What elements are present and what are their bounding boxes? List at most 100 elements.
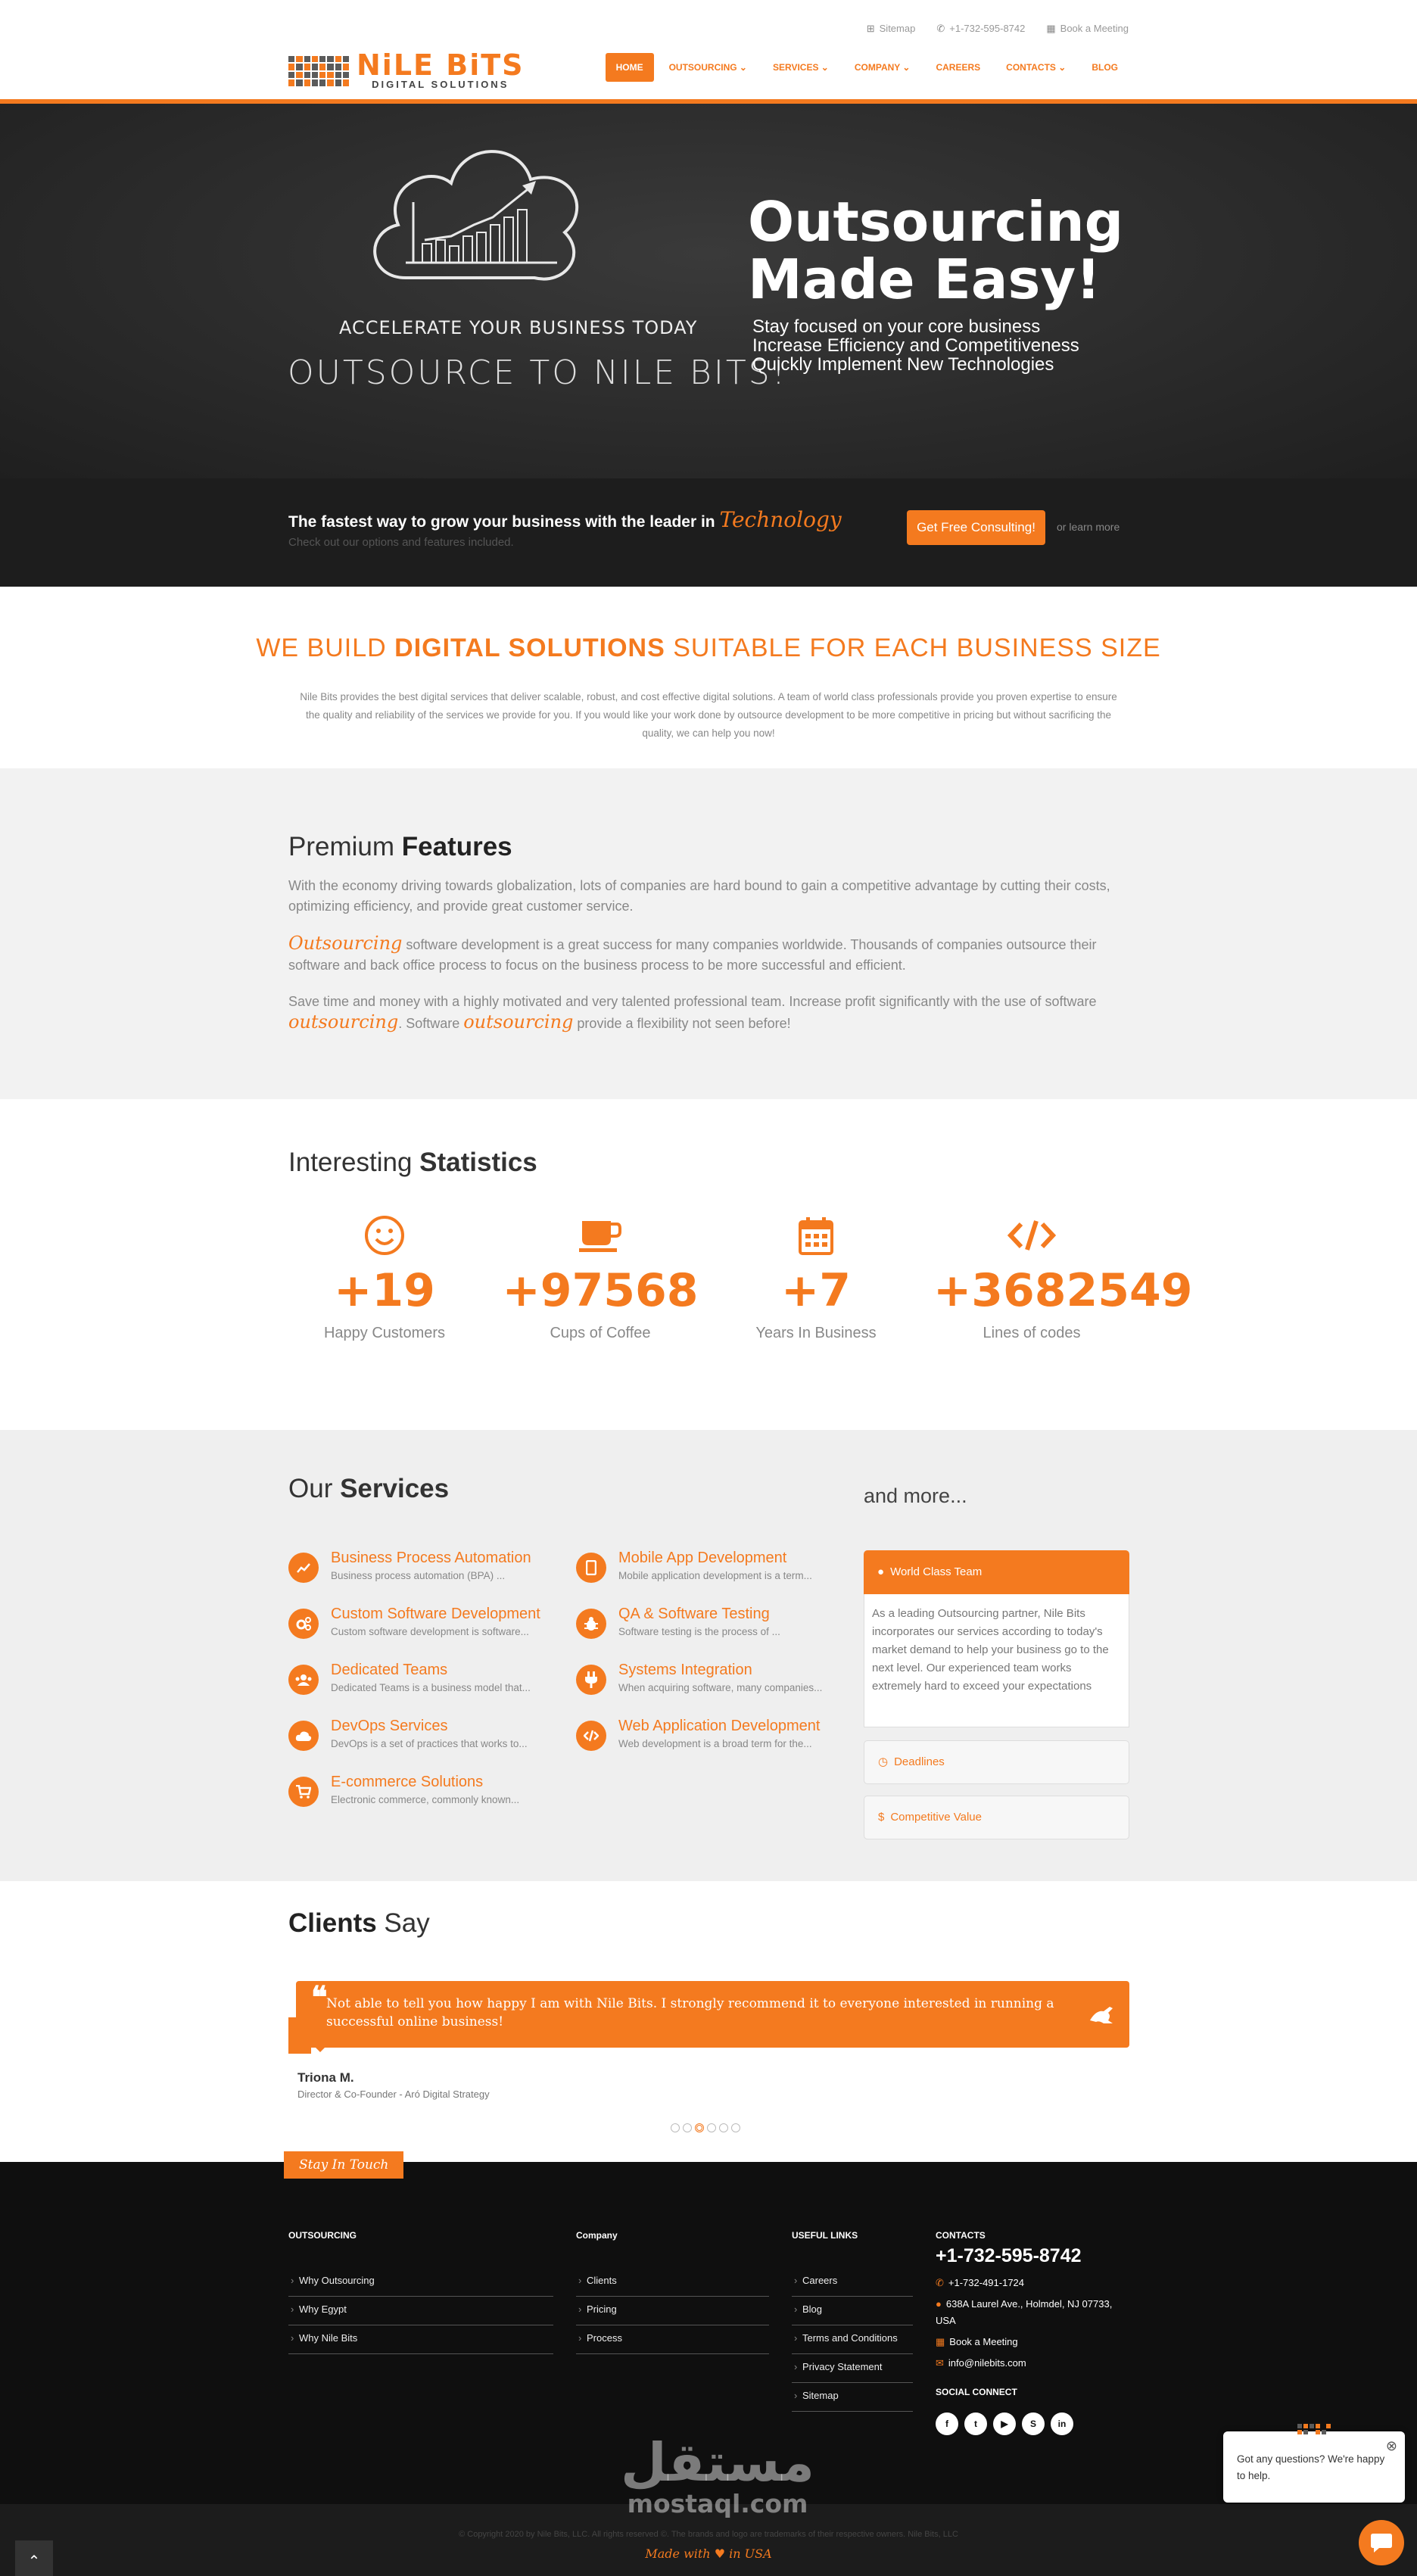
and-more-heading: and more... xyxy=(864,1484,967,1507)
carousel-dot[interactable] xyxy=(719,2123,728,2132)
footer-link[interactable]: Clients xyxy=(576,2268,769,2297)
footer-heading: CONTACTS xyxy=(936,2230,986,2241)
book-meeting-link[interactable]: ▦ Book a Meeting xyxy=(1046,23,1129,35)
sitemap-link[interactable]: ⊞ Sitemap xyxy=(867,23,916,35)
service-item[interactable]: Mobile App Development Mobile application… xyxy=(576,1550,849,1583)
footer-link[interactable]: Why Nile Bits xyxy=(288,2325,553,2354)
skype-icon[interactable]: S xyxy=(1022,2412,1045,2435)
nav-company[interactable]: COMPANY ⌄ xyxy=(844,53,921,82)
stat-value: +3682549 xyxy=(933,1264,1193,1317)
footer-outsourcing-column: OUTSOURCING Why Outsourcing Why Egypt Wh… xyxy=(288,2230,553,2354)
service-title[interactable]: QA & Software Testing xyxy=(618,1606,780,1623)
nav-blog[interactable]: BLOG xyxy=(1081,53,1129,82)
service-title[interactable]: DevOps Services xyxy=(331,1718,528,1735)
footer-phone[interactable]: +1-732-595-8742 xyxy=(936,2245,1117,2267)
service-title[interactable]: Mobile App Development xyxy=(618,1550,812,1567)
footer-contacts: CONTACTS +1-732-595-8742 ✆ +1-732-491-172… xyxy=(936,2230,1117,2435)
footer-company-column: Company Clients Pricing Process xyxy=(576,2230,769,2354)
quote-icon: ❝ xyxy=(311,1980,328,2015)
free-consulting-button[interactable]: Get Free Consulting! xyxy=(907,510,1045,545)
phone-icon: ✆ xyxy=(936,23,945,34)
footer-link[interactable]: Careers xyxy=(792,2268,913,2297)
stat-item: +97568 Cups of Coffee xyxy=(502,1213,699,1342)
stay-in-touch-tab: Stay In Touch xyxy=(284,2151,404,2179)
learn-more-link[interactable]: or learn more xyxy=(1057,521,1120,533)
logo-mark-icon xyxy=(288,55,349,86)
service-title[interactable]: Dedicated Teams xyxy=(331,1662,531,1679)
nav-home[interactable]: HOME xyxy=(605,53,654,82)
service-desc: DevOps is a set of practices that works … xyxy=(331,1738,528,1749)
calendar-icon: ▦ xyxy=(936,2336,945,2347)
carousel-dot-active[interactable] xyxy=(695,2123,704,2132)
map-marker-icon: ● xyxy=(936,2298,942,2310)
accordion-deadlines[interactable]: ◷ Deadlines xyxy=(864,1740,1129,1784)
footer-address: ● 638A Laurel Ave., Holmdel, NJ 07733, US… xyxy=(936,2298,1113,2326)
coffee-icon xyxy=(502,1213,699,1258)
footer-heading: Company xyxy=(576,2230,618,2241)
facebook-icon[interactable]: f xyxy=(936,2412,958,2435)
twitter-icon[interactable]: t xyxy=(964,2412,987,2435)
footer-email[interactable]: ✉ info@nilebits.com xyxy=(936,2355,1117,2372)
chat-button[interactable] xyxy=(1359,2520,1404,2565)
footer-link[interactable]: Process xyxy=(576,2325,769,2354)
phone-link[interactable]: ✆ +1-732-595-8742 xyxy=(936,23,1025,35)
footer-link[interactable]: Blog xyxy=(792,2297,913,2325)
statistics-section: Interesting Statistics +19 Happy Custome… xyxy=(0,1099,1417,1430)
nav-careers[interactable]: CAREERS xyxy=(925,53,991,82)
youtube-icon[interactable]: ▶ xyxy=(993,2412,1016,2435)
premium-paragraph: Save time and money with a highly motiva… xyxy=(288,994,1097,1033)
carousel-dot[interactable] xyxy=(671,2123,680,2132)
service-title[interactable]: Systems Integration xyxy=(618,1662,822,1679)
nav-contacts[interactable]: CONTACTS ⌄ xyxy=(995,53,1076,82)
service-desc: Business process automation (BPA) ... xyxy=(331,1570,506,1581)
services-section: Our Services Business Process Automation… xyxy=(0,1430,1417,1881)
phone-icon: ✆ xyxy=(936,2277,944,2288)
service-title[interactable]: Web Application Development xyxy=(618,1718,820,1735)
logo-name: NiLE BiTS xyxy=(357,48,525,82)
intro-section: WE BUILD DIGITAL SOLUTIONS SUITABLE FOR … xyxy=(0,587,1417,768)
service-item[interactable]: E-commerce Solutions Electronic commerce,… xyxy=(288,1774,561,1807)
testimonial-quote: ❝ Not able to tell you how happy I am wi… xyxy=(288,1980,1129,2054)
service-item[interactable]: Systems Integration When acquiring softwa… xyxy=(576,1662,849,1695)
code-icon xyxy=(576,1721,606,1751)
service-title[interactable]: E-commerce Solutions xyxy=(331,1774,519,1791)
footer-link[interactable]: Sitemap xyxy=(792,2383,913,2412)
logo-mark-icon xyxy=(1297,2424,1331,2434)
premium-features-section: Premium Features With the economy drivin… xyxy=(0,768,1417,1099)
carousel-dot[interactable] xyxy=(683,2123,692,2132)
close-icon[interactable]: ⊗ xyxy=(1386,2437,1397,2454)
premium-paragraph: With the economy driving towards globali… xyxy=(288,878,1110,914)
footer-link[interactable]: Why Outsourcing xyxy=(288,2268,553,2297)
footer-link[interactable]: Terms and Conditions xyxy=(792,2325,913,2354)
cloud-chart-icon xyxy=(373,150,579,281)
carousel-dot[interactable] xyxy=(731,2123,740,2132)
logo[interactable]: NiLE BiTS DIGITAL SOLUTIONS xyxy=(288,51,525,90)
footer-link[interactable]: Why Egypt xyxy=(288,2297,553,2325)
hero-title: Outsourcing Made Easy! xyxy=(748,190,1124,311)
service-item[interactable]: QA & Software Testing Software testing is… xyxy=(576,1606,849,1639)
social-icons: f t ▶ S in xyxy=(936,2412,1117,2435)
service-title[interactable]: Business Process Automation xyxy=(331,1550,531,1567)
nav-outsourcing[interactable]: OUTSOURCING ⌄ xyxy=(659,53,758,82)
service-item[interactable]: Web Application Development Web developme… xyxy=(576,1718,849,1751)
service-desc: Software testing is the process of ... xyxy=(618,1626,780,1637)
accordion-world-class-team[interactable]: ● World Class Team xyxy=(864,1550,1129,1594)
linkedin-icon[interactable]: in xyxy=(1051,2412,1073,2435)
service-item[interactable]: Business Process Automation Business proc… xyxy=(288,1550,561,1583)
service-desc: Web development is a broad term for the.… xyxy=(618,1738,812,1749)
nav-services[interactable]: SERVICES ⌄ xyxy=(762,53,839,82)
service-title[interactable]: Custom Software Development xyxy=(331,1606,540,1623)
service-item[interactable]: DevOps Services DevOps is a set of practi… xyxy=(288,1718,561,1751)
footer-book-meeting[interactable]: ▦ Book a Meeting xyxy=(936,2334,1117,2350)
footer-link[interactable]: Pricing xyxy=(576,2297,769,2325)
stat-item: +19 Happy Customers xyxy=(286,1213,483,1342)
accordion-competitive-value[interactable]: $ Competitive Value xyxy=(864,1796,1129,1839)
service-item[interactable]: Dedicated Teams Dedicated Teams is a busi… xyxy=(288,1662,561,1695)
footer-phone-secondary[interactable]: ✆ +1-732-491-1724 xyxy=(936,2275,1117,2291)
testimonial-role: Director & Co-Founder - Aró Digital Stra… xyxy=(297,2089,490,2100)
carousel-dot[interactable] xyxy=(707,2123,716,2132)
copyright-text: © Copyright 2020 by Nile Bits, LLC. All … xyxy=(459,2530,958,2539)
chat-popup: ⊗ Got any questions? We're happy to help… xyxy=(1223,2424,1405,2503)
service-item[interactable]: Custom Software Development Custom softwa… xyxy=(288,1606,561,1639)
footer-link[interactable]: Privacy Statement xyxy=(792,2354,913,2383)
